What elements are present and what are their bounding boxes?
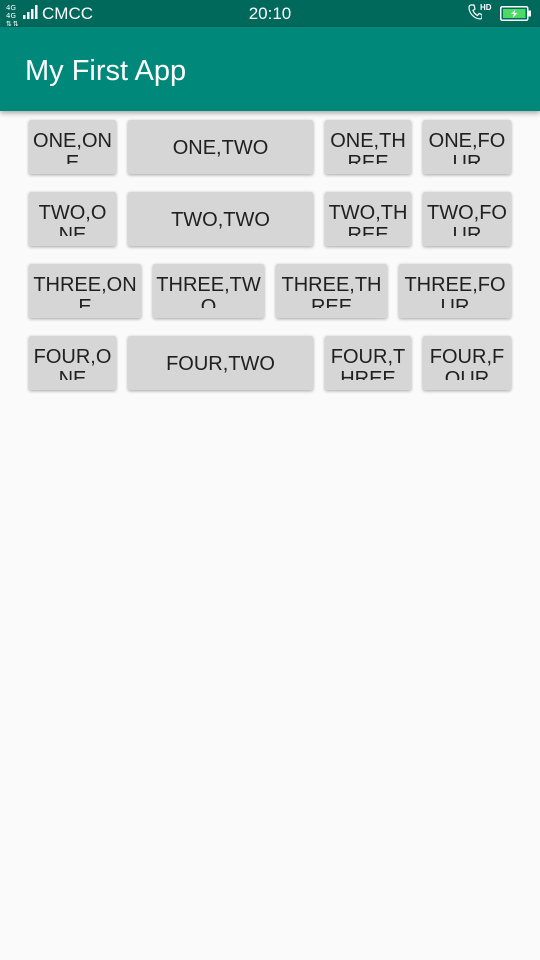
- hd-label: HD: [480, 3, 492, 12]
- button-row-three: THREE,ONE THREE,TWO THREE,THREE THREE,FO…: [29, 264, 511, 319]
- clock: 20:10: [248, 4, 292, 23]
- button-row-four: FOUR,ONE FOUR,TWO FOUR,THREE FOUR,FOUR: [29, 336, 511, 391]
- button-one-one[interactable]: ONE,ONE: [29, 120, 116, 174]
- app-title: My First App: [25, 55, 187, 87]
- button-one-two[interactable]: ONE,TWO: [128, 120, 313, 174]
- battery-charging-icon: [500, 6, 531, 21]
- button-label: ONE,THREE: [330, 130, 406, 164]
- button-label: TWO,TWO: [171, 209, 270, 231]
- button-one-three[interactable]: ONE,THREE: [325, 120, 411, 174]
- button-label: TWO,THREE: [328, 202, 408, 236]
- button-four-three[interactable]: FOUR,THREE: [325, 336, 411, 390]
- button-label: TWO,FOUR: [427, 202, 507, 236]
- button-four-four[interactable]: FOUR,FOUR: [423, 336, 511, 390]
- button-one-four[interactable]: ONE,FOUR: [423, 120, 511, 174]
- button-label: FOUR,THREE: [330, 346, 406, 380]
- button-label: ONE,FOUR: [428, 130, 506, 164]
- button-label: FOUR,FOUR: [429, 346, 505, 380]
- button-row-one: ONE,ONE ONE,TWO ONE,THREE ONE,FOUR: [29, 120, 511, 175]
- button-four-one[interactable]: FOUR,ONE: [29, 336, 116, 390]
- button-label: FOUR,TWO: [166, 353, 275, 375]
- button-label: ONE,TWO: [172, 137, 269, 159]
- button-three-three[interactable]: THREE,THREE: [276, 264, 387, 318]
- button-label: ONE,ONE: [33, 130, 112, 164]
- button-two-four[interactable]: TWO,FOUR: [423, 192, 511, 246]
- button-three-four[interactable]: THREE,FOUR: [399, 264, 511, 318]
- button-two-three[interactable]: TWO,THREE: [325, 192, 411, 246]
- button-label: THREE,FOUR: [404, 274, 506, 308]
- button-three-one[interactable]: THREE,ONE: [29, 264, 141, 318]
- button-row-two: TWO,ONE TWO,TWO TWO,THREE TWO,FOUR: [29, 192, 511, 247]
- app-bar: My First App: [0, 27, 540, 111]
- status-bar: 4G 4G ⇅⇅ CMCC 20:10 HD: [0, 0, 540, 28]
- button-label: FOUR,ONE: [33, 346, 112, 380]
- button-four-two[interactable]: FOUR,TWO: [128, 336, 313, 390]
- button-label: THREE,THREE: [281, 274, 382, 308]
- button-label: TWO,ONE: [38, 202, 107, 236]
- button-label: THREE,TWO: [156, 274, 261, 308]
- button-two-one[interactable]: TWO,ONE: [29, 192, 116, 246]
- button-two-two[interactable]: TWO,TWO: [128, 192, 313, 246]
- button-label: THREE,ONE: [33, 274, 137, 308]
- button-three-two[interactable]: THREE,TWO: [153, 264, 264, 318]
